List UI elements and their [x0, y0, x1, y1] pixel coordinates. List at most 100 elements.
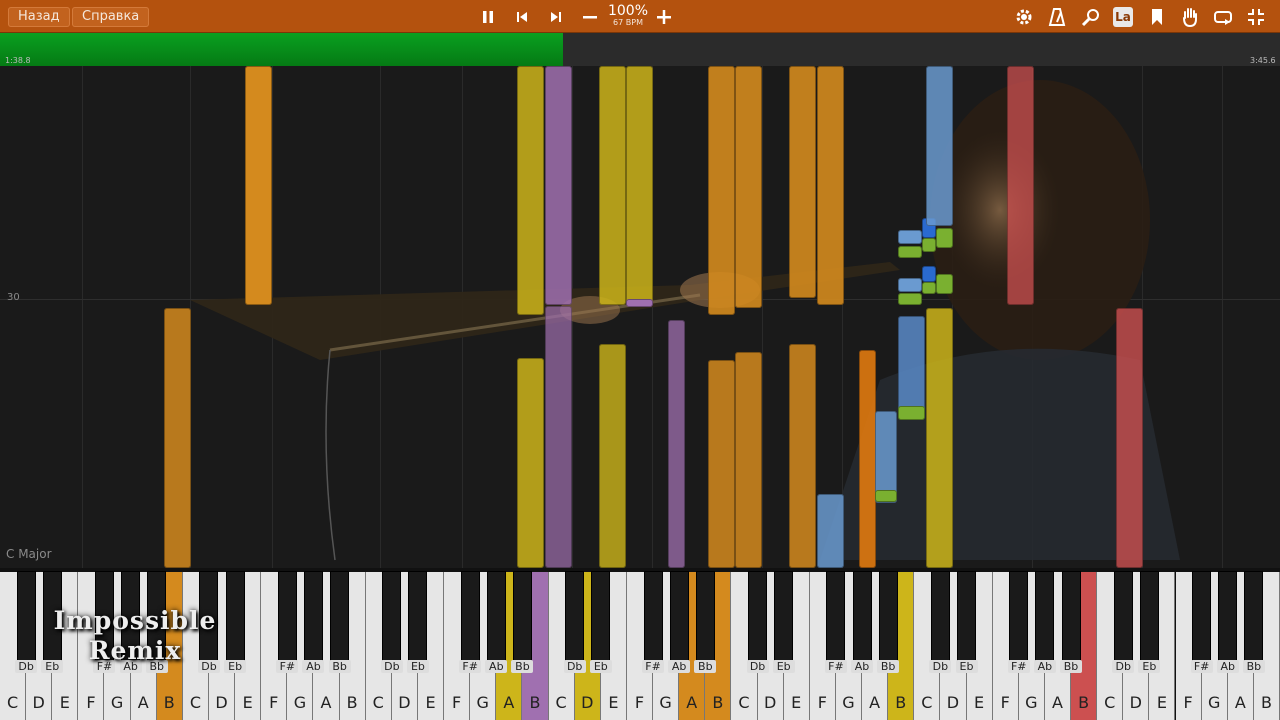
- black-key[interactable]: [592, 572, 610, 672]
- black-key[interactable]: [461, 572, 479, 672]
- black-key-label: Eb: [589, 660, 612, 673]
- black-key-label: Bb: [328, 660, 351, 673]
- speed-readout: 100% 67 BPM: [606, 4, 650, 27]
- white-key-label: G: [1207, 693, 1221, 712]
- white-key-label: G: [842, 693, 855, 712]
- white-key-label: B: [529, 693, 541, 712]
- white-key-label: A: [1234, 693, 1246, 712]
- white-key-label: B: [346, 693, 358, 712]
- black-key-label: Eb: [772, 660, 795, 673]
- white-key-label: C: [372, 693, 384, 712]
- bookmark-icon[interactable]: [1146, 6, 1168, 28]
- black-key-label: F#: [642, 660, 665, 673]
- white-key-label: C: [921, 693, 933, 712]
- black-key-label: Ab: [1216, 660, 1239, 673]
- black-key[interactable]: [827, 572, 845, 672]
- speed-minus-icon[interactable]: [579, 6, 601, 28]
- black-key-label: F#: [459, 660, 482, 673]
- loop-icon[interactable]: [1212, 6, 1234, 28]
- la-label-icon[interactable]: La: [1113, 7, 1133, 27]
- collapse-icon[interactable]: [1245, 6, 1267, 28]
- black-key[interactable]: [304, 572, 322, 672]
- black-key[interactable]: [566, 572, 584, 672]
- top-toolbar: Назад Справка 100% 67 BPM La: [0, 0, 1280, 33]
- white-key-label: B: [1078, 693, 1090, 712]
- piano-roll: 30 C Major: [0, 66, 1280, 568]
- black-key[interactable]: [644, 572, 662, 672]
- black-key[interactable]: [958, 572, 976, 672]
- black-key[interactable]: [383, 572, 401, 672]
- black-key[interactable]: [1193, 572, 1211, 672]
- black-key[interactable]: [331, 572, 349, 672]
- speed-plus-icon[interactable]: [653, 6, 675, 28]
- white-key-label: G: [1025, 693, 1038, 712]
- black-key[interactable]: [487, 572, 505, 672]
- white-key-label: G: [476, 693, 489, 712]
- white-key-label: E: [242, 693, 253, 712]
- white-key-label: A: [869, 693, 881, 712]
- black-key[interactable]: [853, 572, 871, 672]
- song-progress-bar[interactable]: [0, 33, 1280, 66]
- white-key-label: D: [215, 693, 228, 712]
- speed-percent: 100%: [607, 3, 649, 19]
- skip-back-icon[interactable]: [511, 6, 533, 28]
- black-key[interactable]: [775, 572, 793, 672]
- white-key-label: E: [1156, 693, 1167, 712]
- search-icon[interactable]: [1080, 6, 1102, 28]
- black-key[interactable]: [513, 572, 531, 672]
- white-key-label: D: [763, 693, 777, 712]
- black-key[interactable]: [409, 572, 427, 672]
- black-key[interactable]: [1114, 572, 1132, 672]
- metronome-icon[interactable]: [1046, 6, 1068, 28]
- white-key-label: C: [738, 693, 750, 712]
- white-key-label: F: [1000, 693, 1010, 712]
- white-key-label: B: [163, 693, 175, 712]
- black-key[interactable]: [931, 572, 949, 672]
- black-key[interactable]: [1036, 572, 1054, 672]
- pause-icon[interactable]: [477, 6, 499, 28]
- back-button[interactable]: Назад: [8, 7, 70, 27]
- progress-fill: [0, 33, 564, 66]
- black-key-label: Db: [563, 660, 586, 673]
- total-time: 3:45.6: [1250, 56, 1276, 65]
- white-key-label: C: [555, 693, 567, 712]
- black-key-label: F#: [1190, 660, 1213, 673]
- black-key[interactable]: [749, 572, 767, 672]
- white-key-label: C: [189, 693, 201, 712]
- black-key-label: F#: [1007, 660, 1030, 673]
- black-key-label: Db: [1112, 660, 1135, 673]
- white-key-label: B: [1260, 693, 1272, 712]
- black-key-label: Eb: [955, 660, 978, 673]
- black-key-label: Ab: [485, 660, 508, 673]
- black-key-label: Ab: [1033, 660, 1056, 673]
- skip-forward-icon[interactable]: [545, 6, 567, 28]
- white-key-label: F: [86, 693, 96, 712]
- white-key-label: A: [503, 693, 515, 712]
- elapsed-time: 1:38.8: [5, 56, 31, 65]
- gear-icon[interactable]: [1013, 6, 1035, 28]
- black-key[interactable]: [1245, 572, 1263, 672]
- white-key-label: A: [686, 693, 698, 712]
- white-key-label: A: [1051, 693, 1063, 712]
- black-key[interactable]: [879, 572, 897, 672]
- black-key[interactable]: [696, 572, 714, 672]
- white-key-label: F: [269, 693, 279, 712]
- white-key-label: E: [425, 693, 436, 712]
- black-key[interactable]: [1010, 572, 1028, 672]
- black-key-label: Db: [929, 660, 952, 673]
- black-key[interactable]: [1219, 572, 1237, 672]
- white-key-label: G: [659, 693, 672, 712]
- black-key[interactable]: [1140, 572, 1158, 672]
- white-key-label: D: [32, 693, 45, 712]
- black-key-label: Ab: [302, 660, 325, 673]
- black-key[interactable]: [1062, 572, 1080, 672]
- hand-icon[interactable]: [1179, 6, 1201, 28]
- black-key[interactable]: [670, 572, 688, 672]
- white-key-label: F: [1183, 693, 1193, 712]
- white-key-label: D: [1129, 693, 1142, 712]
- white-key-label: F: [817, 693, 827, 712]
- help-button[interactable]: Справка: [72, 7, 150, 27]
- black-key[interactable]: [278, 572, 296, 672]
- key-signature-label: C Major: [6, 547, 52, 561]
- black-key-label: Db: [380, 660, 403, 673]
